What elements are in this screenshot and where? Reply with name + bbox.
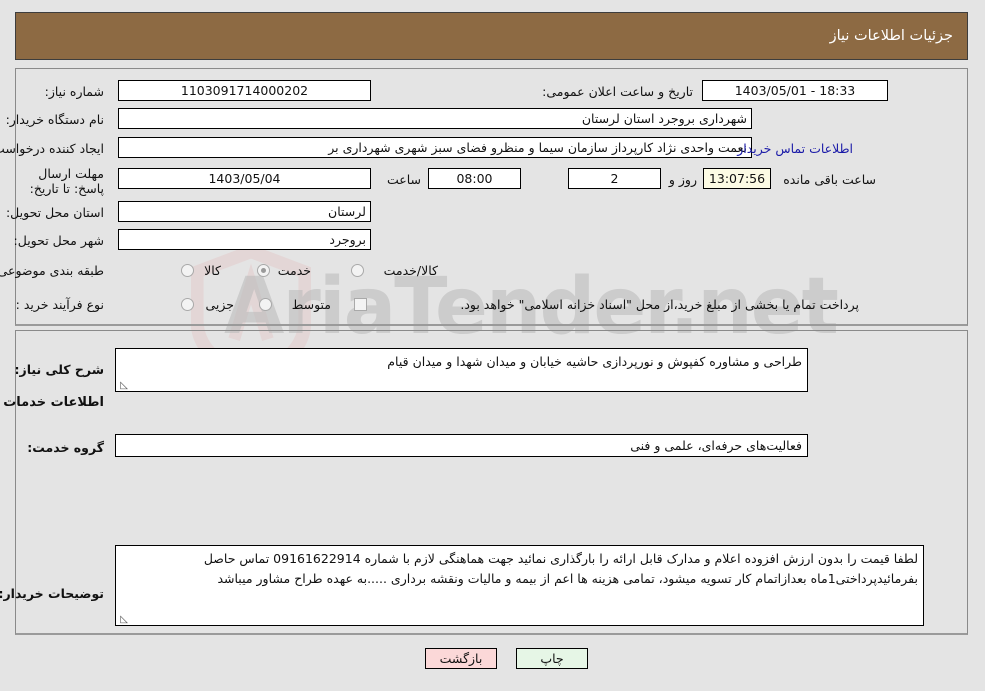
service-group-label: گروه خدمت:	[28, 440, 105, 455]
delivery-province-label: استان محل تحویل:	[6, 205, 105, 220]
buyer-org-label: نام دستگاه خریدار:	[6, 112, 105, 127]
buyer-org-value: شهرداری بروجرد استان لرستان	[119, 108, 753, 129]
deadline-time-value: 08:00	[429, 168, 522, 189]
radio-subject-kala[interactable]	[182, 264, 195, 277]
buyer-contact-link[interactable]: اطلاعات تماس خریدار	[738, 141, 854, 156]
general-description-label: شرح کلی نیاز:	[15, 362, 105, 377]
islamic-treasury-checkbox-label: پرداخت تمام یا بخشی از مبلغ خرید،از محل …	[461, 297, 860, 312]
public-announce-label: تاریخ و ساعت اعلان عمومی:	[543, 84, 694, 99]
services-section-title: اطلاعات خدمات مورد نیاز	[0, 395, 105, 410]
response-deadline-label: مهلت ارسال پاسخ: تا تاریخ:	[30, 166, 105, 196]
purchase-type-label: نوع فرآیند خرید :	[16, 297, 105, 312]
resize-grip-icon[interactable]: ◺	[119, 615, 129, 625]
delivery-city-value: بروجرد	[119, 229, 372, 250]
need-info-panel	[16, 68, 969, 326]
page-title: جزئیات اطلاعات نیاز	[830, 28, 954, 44]
need-number-value: 1103091714000202	[119, 80, 372, 101]
subject-category-label: طبقه بندی موضوعی:	[0, 263, 105, 278]
buyer-notes-label: توضیحات خریدار:	[0, 586, 105, 601]
radio-subject-kala-khedmat-label: کالا/خدمت	[384, 263, 439, 278]
radio-subject-kala-khedmat[interactable]	[352, 264, 365, 277]
general-description-value: طراحی و مشاوره کفپوش و نورپردازی حاشیه خ…	[388, 354, 803, 369]
buyer-notes-textarea[interactable]: لطفا قیمت را بدون ارزش افزوده اعلام و مد…	[116, 545, 925, 626]
delivery-city-label: شهر محل تحویل:	[14, 233, 105, 248]
service-group-value-field[interactable]: فعالیت‌های حرفه‌ای، علمی و فنی	[116, 434, 809, 457]
buyer-notes-value: لطفا قیمت را بدون ارزش افزوده اعلام و مد…	[204, 551, 919, 586]
radio-purchase-jozei[interactable]	[182, 298, 195, 311]
print-button[interactable]: چاپ	[517, 648, 589, 669]
radio-purchase-motevaset[interactable]	[260, 298, 273, 311]
deadline-date-value: 1403/05/04	[119, 168, 372, 189]
deadline-time-label: ساعت	[387, 172, 422, 187]
request-creator-value: نعمت واحدی نژاد کارپرداز سازمان سیما و م…	[119, 137, 753, 158]
radio-purchase-motevaset-label: متوسط	[292, 297, 332, 312]
deadline-days-label: روز و	[669, 172, 698, 187]
deadline-remaining-label: ساعت باقی مانده	[784, 172, 877, 187]
radio-subject-khedmat-label: خدمت	[278, 263, 312, 278]
delivery-province-value: لرستان	[119, 201, 372, 222]
radio-subject-khedmat[interactable]	[258, 264, 271, 277]
back-button[interactable]: بازگشت	[426, 648, 498, 669]
deadline-countdown-timer: 13:07:56	[704, 168, 772, 189]
general-description-textarea[interactable]: طراحی و مشاوره کفپوش و نورپردازی حاشیه خ…	[116, 348, 809, 392]
islamic-treasury-checkbox[interactable]	[355, 298, 368, 311]
radio-subject-kala-label: کالا	[205, 263, 222, 278]
resize-grip-icon[interactable]: ◺	[119, 381, 129, 391]
public-announce-value: 1403/05/01 - 18:33	[703, 80, 889, 101]
service-group-value: فعالیت‌های حرفه‌ای، علمی و فنی	[631, 438, 803, 453]
request-creator-label: ایجاد کننده درخواست:	[0, 141, 105, 156]
page-header: جزئیات اطلاعات نیاز	[16, 12, 969, 60]
need-number-label: شماره نیاز:	[45, 84, 105, 99]
deadline-days-value: 2	[569, 168, 662, 189]
radio-purchase-jozei-label: جزیی	[206, 297, 235, 312]
